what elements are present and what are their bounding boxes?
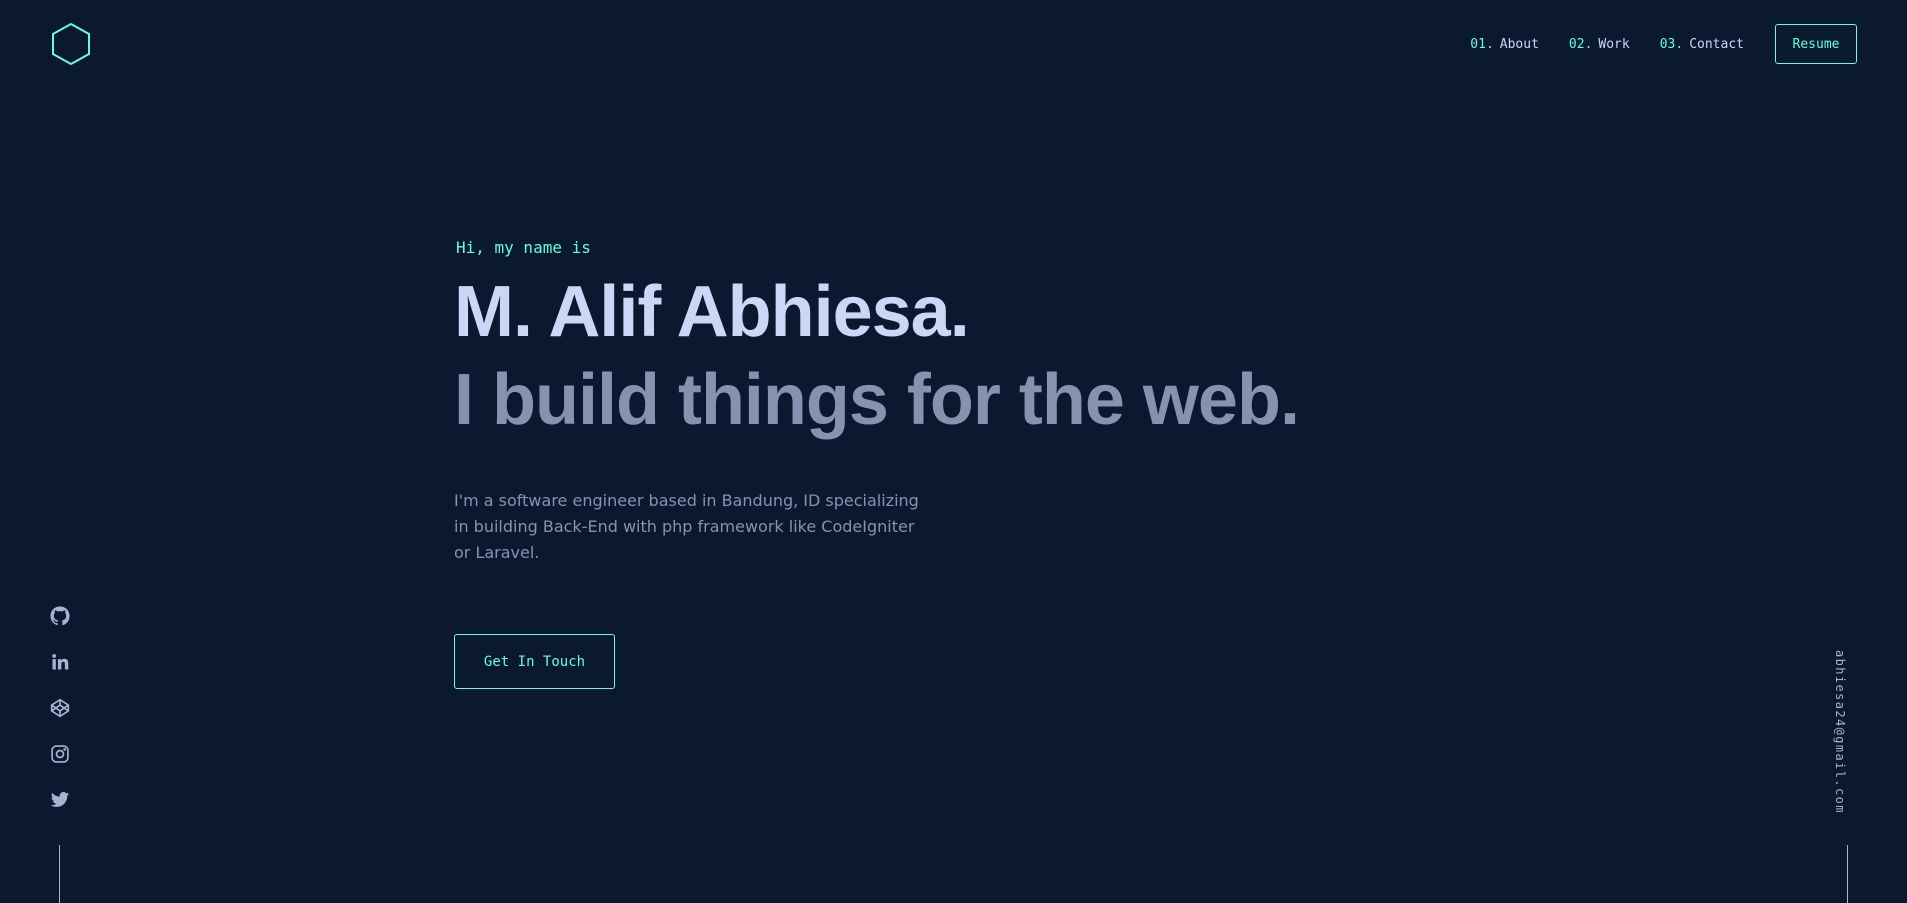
right-sidebar-line: [1847, 845, 1848, 903]
nav-item-work[interactable]: 02. Work: [1569, 37, 1630, 52]
twitter-icon[interactable]: [48, 790, 72, 814]
nav-item-label: About: [1499, 36, 1539, 52]
nav-item-number: 02.: [1568, 36, 1593, 52]
main-nav: 01. About 02. Work 03. Contact Resume: [1440, 24, 1857, 64]
hero-tagline: I build things for the web.: [454, 360, 1300, 440]
github-icon[interactable]: [48, 606, 72, 630]
nav-item-label: Work: [1598, 36, 1630, 52]
nav-item-number: 03.: [1659, 36, 1684, 52]
nav-item-number: 01.: [1470, 36, 1494, 52]
nav-item-contact[interactable]: 03. Contact: [1660, 37, 1744, 52]
left-sidebar-line: [59, 845, 60, 903]
codepen-icon[interactable]: [48, 698, 72, 722]
hero-description: I'm a software engineer based in Bandung…: [454, 491, 919, 562]
nav-item-label: Contact: [1689, 36, 1744, 52]
social-links: [48, 604, 72, 836]
linkedin-icon[interactable]: [48, 652, 72, 676]
resume-button[interactable]: Resume: [1775, 24, 1857, 64]
instagram-icon[interactable]: [48, 744, 72, 768]
hero-intro: Hi, my name is: [456, 238, 591, 257]
email-link[interactable]: abhiesa24@gmail.com: [1833, 650, 1847, 814]
hexagon-logo-icon[interactable]: [50, 22, 92, 66]
hero-name: M. Alif Abhiesa.: [454, 272, 970, 352]
get-in-touch-button[interactable]: Get In Touch: [454, 634, 615, 689]
nav-item-about[interactable]: 01. About: [1470, 37, 1539, 52]
